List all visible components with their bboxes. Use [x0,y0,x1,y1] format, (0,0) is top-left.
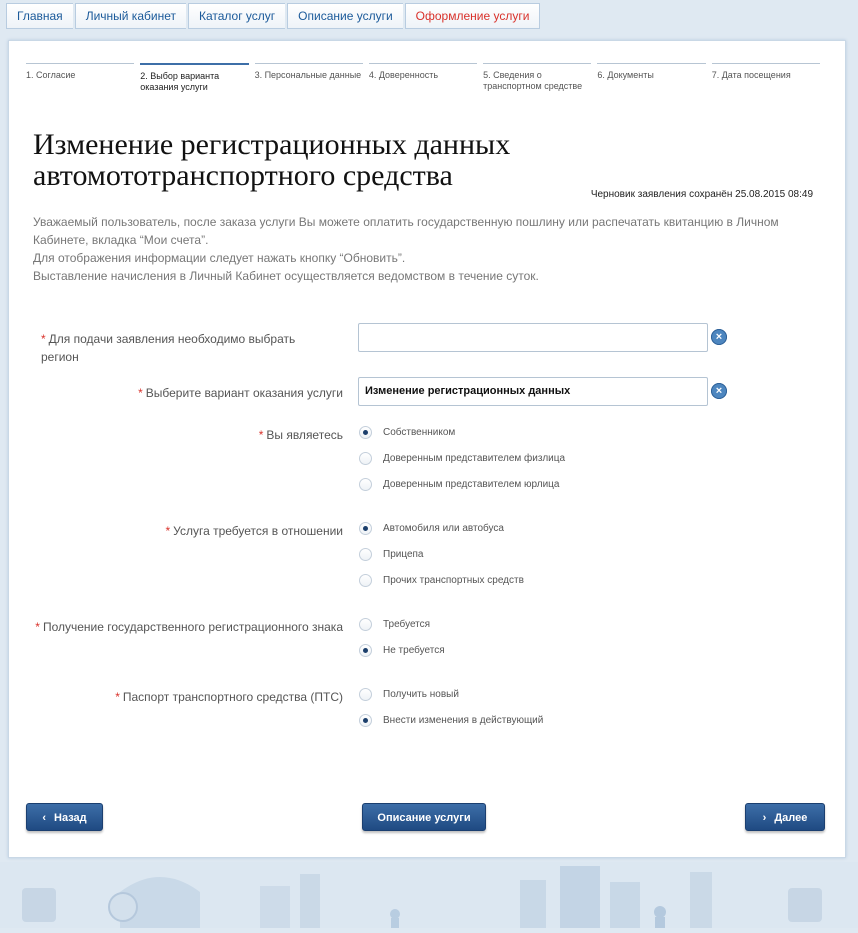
vehicle-option-other[interactable]: Прочих транспортных средств [359,574,524,587]
radio-unselected[interactable] [359,618,372,631]
role-option-proxy-company[interactable]: Доверенным представителем юрлица [359,478,559,491]
radio-unselected[interactable] [359,688,372,701]
radio-unselected[interactable] [359,574,372,587]
step-7[interactable]: 7. Дата посещения [711,63,826,93]
crumb-cabinet[interactable]: Личный кабинет [74,3,186,29]
role-option-owner[interactable]: Собственником [359,426,455,439]
service-description-button[interactable]: Описание услуги [362,803,486,831]
page-title: Изменение регистрационных данных автомот… [33,128,511,192]
step-1[interactable]: 1. Согласие [26,63,140,93]
role-option-proxy-person[interactable]: Доверенным представителем физлица [359,452,565,465]
radio-selected[interactable] [359,522,372,535]
footer-decoration [0,862,858,928]
plate-label: * Получение государственного регистрацион… [35,620,343,634]
region-field[interactable] [358,323,708,352]
variant-label: * Выберите вариант оказания услуги [138,386,343,400]
radio-selected[interactable] [359,644,372,657]
main-panel: 1. Согласие 2. Выбор варианта оказания у… [8,40,846,858]
breadcrumb: Главная Личный кабинет Каталог услуг Опи… [6,3,542,29]
radio-unselected[interactable] [359,548,372,561]
vehicle-option-trailer[interactable]: Прицепа [359,548,424,561]
logo-icon [108,892,138,922]
wizard-stepper: 1. Согласие 2. Выбор варианта оказания у… [26,63,826,93]
radio-unselected[interactable] [359,452,372,465]
radio-selected[interactable] [359,426,372,439]
back-button[interactable]: ‹ Назад [26,803,103,831]
role-label: * Вы являетесь [258,428,343,442]
crumb-order-current: Оформление услуги [404,3,541,29]
crumb-description[interactable]: Описание услуги [287,3,403,29]
clear-region-icon[interactable]: × [711,329,727,345]
variant-field[interactable]: Изменение регистрационных данных [358,377,708,406]
coat-of-arms-icon [22,888,56,922]
pts-option-new[interactable]: Получить новый [359,688,459,701]
draft-status: Черновик заявления сохранён 25.08.2015 0… [590,189,813,200]
plate-option-required[interactable]: Требуется [359,618,430,631]
radio-selected[interactable] [359,714,372,727]
chevron-right-icon: › [762,812,767,824]
crumb-home[interactable]: Главная [6,3,73,29]
region-label: * Для подачи заявления необходимо выбрать… [41,332,296,364]
step-5[interactable]: 5. Сведения о транспортном средстве [483,63,597,93]
info-text: Уважаемый пользователь, после заказа усл… [33,213,823,285]
next-button[interactable]: › Далее [745,803,825,831]
info-line: Для отображения информации следует нажат… [33,251,406,265]
step-6[interactable]: 6. Документы [597,63,711,93]
radio-unselected[interactable] [359,478,372,491]
info-line: Выставление начисления в Личный Кабинет … [33,269,539,283]
pts-option-modify[interactable]: Внести изменения в действующий [359,714,543,727]
info-line: Уважаемый пользователь, после заказа усл… [33,215,779,247]
vehicle-label: * Услуга требуется в отношении [165,524,343,538]
step-4[interactable]: 4. Доверенность [368,63,483,93]
step-3[interactable]: 3. Персональные данные [254,63,369,93]
pts-label: * Паспорт транспортного средства (ПТС) [115,690,343,704]
chevron-left-icon: ‹ [42,812,47,824]
plate-option-not-required[interactable]: Не требуется [359,644,445,657]
clear-variant-icon[interactable]: × [711,383,727,399]
vehicle-option-car[interactable]: Автомобиля или автобуса [359,522,504,535]
regional-emblem-icon [788,888,822,922]
step-2-active[interactable]: 2. Выбор варианта оказания услуги [140,63,254,93]
crumb-catalog[interactable]: Каталог услуг [187,3,286,29]
